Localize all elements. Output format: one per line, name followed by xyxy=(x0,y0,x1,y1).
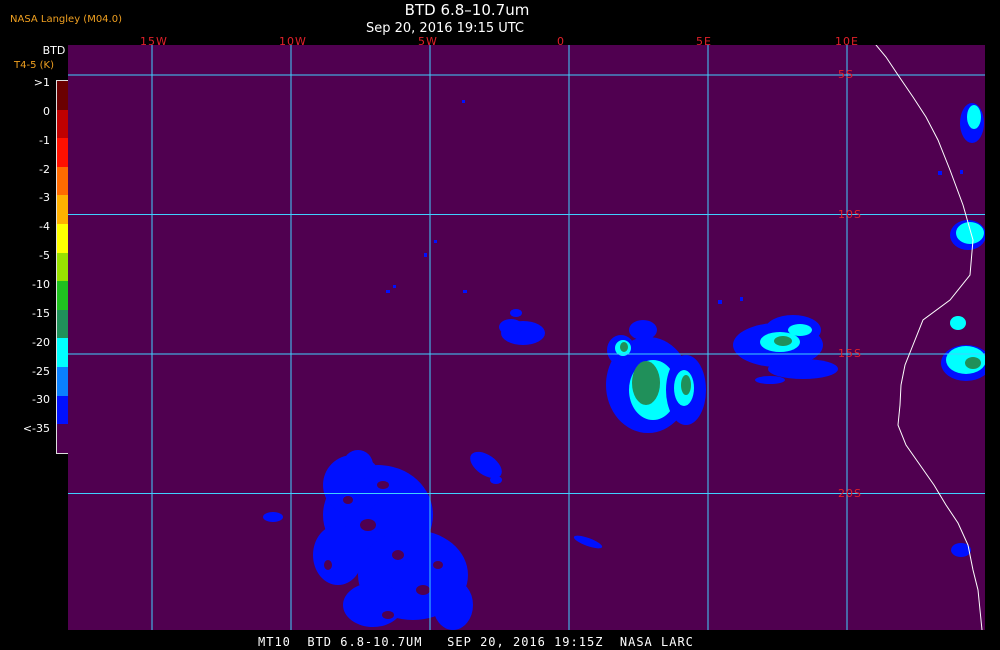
longitude-label: 5E xyxy=(696,35,712,48)
map-timestamp: Sep 20, 2016 19:15 UTC xyxy=(365,21,525,36)
legend-tick-label: >1 xyxy=(33,76,50,89)
footer-caption: MT10 BTD 6.8-10.7UM SEP 20, 2016 19:15Z … xyxy=(258,635,694,649)
map-title: BTD 6.8–10.7um xyxy=(404,1,530,19)
longitude-label: 15W xyxy=(140,35,168,48)
latitude-label: 20S xyxy=(838,486,862,500)
legend-tick-label: <-35 xyxy=(22,422,50,436)
legend-tick-label: -15 xyxy=(32,306,50,320)
legend-tick-label: -1 xyxy=(39,133,50,147)
legend-tick-label: 0 xyxy=(43,104,50,118)
legend-tick-label: -4 xyxy=(39,220,50,234)
longitude-label: 5W xyxy=(418,35,438,48)
legend-tick-label: -30 xyxy=(32,393,50,407)
legend-tick-label: -25 xyxy=(32,364,50,378)
legend-tick-label: -20 xyxy=(32,335,50,349)
latitude-label: 5S xyxy=(838,68,854,81)
latitude-label: 10S xyxy=(838,207,862,221)
legend-unit: T4-5 (K) xyxy=(14,60,54,71)
longitude-label: 10W xyxy=(279,35,307,48)
latitude-label: 15S xyxy=(838,347,862,360)
longitude-label: 10E xyxy=(835,35,859,48)
legend-tick-label: -10 xyxy=(32,277,50,291)
legend-tick-label: -3 xyxy=(39,191,50,205)
satellite-map[interactable] xyxy=(68,45,985,630)
legend-tick-label: -5 xyxy=(39,249,50,263)
longitude-label: 0 xyxy=(557,35,565,48)
legend-tick-label: -2 xyxy=(39,162,50,176)
